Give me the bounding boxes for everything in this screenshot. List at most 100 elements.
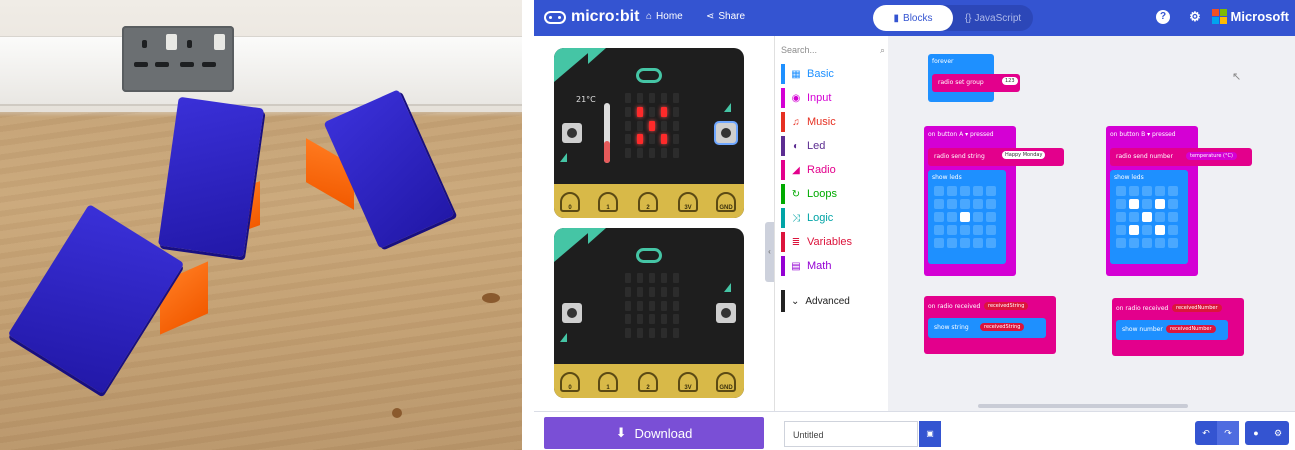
advanced-label: Advanced [805, 295, 850, 307]
pin-2[interactable]: 2 [638, 372, 658, 392]
variable-reporter[interactable]: receivedString [980, 323, 1025, 331]
refresh-icon: ↻ [791, 188, 801, 200]
forever-block[interactable]: forever radio set group 123 [928, 54, 1020, 102]
javascript-label: JavaScript [974, 12, 1022, 24]
string-value[interactable]: Happy Monday [1002, 151, 1046, 159]
search-input[interactable]: Search... [781, 45, 817, 55]
blocks-tab[interactable]: ▮ Blocks [873, 5, 953, 31]
led-editor[interactable] [1116, 186, 1178, 248]
download-label: Download [634, 425, 693, 441]
cursor-icon: ↖ [1232, 71, 1242, 83]
blocks-label: Blocks [903, 12, 933, 24]
brand-logo[interactable]: micro:bit [544, 8, 639, 26]
save-icon[interactable]: ▣ [919, 421, 941, 447]
show-string-block[interactable]: show string receivedString [928, 318, 1046, 338]
gear-icon[interactable]: ⚙ [1188, 10, 1202, 24]
category-music[interactable]: ♫ Music [781, 112, 836, 132]
block-title: forever [932, 58, 954, 65]
phone-stand-photo [0, 0, 522, 450]
pin-1[interactable]: 1 [598, 372, 618, 392]
microbit-simulator-2[interactable]: 0 1 2 3V GND [554, 228, 744, 398]
group-value[interactable]: 123 [1002, 77, 1018, 85]
block-label: radio set group [938, 79, 984, 86]
block-title: on radio received [928, 303, 981, 310]
category-logic[interactable]: ⤨ Logic [781, 208, 833, 228]
category-label: Music [807, 116, 836, 128]
temperature-reporter[interactable]: temperature (°C) [1186, 152, 1237, 160]
pin-0[interactable]: 0 [560, 372, 580, 392]
variable-reporter[interactable]: receivedNumber [1166, 325, 1216, 333]
triangle-icon [724, 283, 731, 292]
show-leds-block[interactable]: show leds [928, 170, 1006, 264]
category-led[interactable]: ◐ Led [781, 136, 825, 156]
led-editor[interactable] [934, 186, 996, 248]
category-input[interactable]: ◉ Input [781, 88, 831, 108]
list-icon: ≣ [791, 236, 801, 248]
on-button-b-block[interactable]: on button B ▾ pressed radio send number … [1106, 126, 1252, 276]
show-leds-block[interactable]: show leds [1110, 170, 1188, 264]
category-label: Loops [807, 188, 837, 200]
advanced-toggle[interactable]: ⌄ Advanced [781, 290, 850, 312]
microbit-simulator[interactable]: 21°C 0 1 2 3V GND [554, 48, 744, 218]
zoom-out-icon[interactable]: ● [1245, 421, 1267, 445]
share-button[interactable]: ⋖ Share [706, 11, 745, 22]
category-variables[interactable]: ≣ Variables [781, 232, 852, 252]
toolbox: Search... ⌕ ▦ Basic ◉ Input ♫ Music ◐ Le… [774, 36, 888, 411]
zoom-in-icon[interactable]: ⚙ [1267, 421, 1289, 445]
block-label: radio send string [934, 153, 985, 160]
category-math[interactable]: ▤ Math [781, 256, 831, 276]
javascript-tab[interactable]: {} JavaScript [953, 5, 1033, 31]
cable-trunking [0, 36, 522, 106]
radio-send-number-block[interactable]: radio send number temperature (°C) [1110, 148, 1252, 166]
triangle-icon [560, 333, 567, 342]
microsoft-logo[interactable]: Microsoft [1211, 9, 1289, 24]
edge-connector: 0 1 2 3V GND [554, 364, 744, 398]
show-number-block[interactable]: show number receivedNumber [1116, 320, 1228, 340]
block-title: on button B ▾ pressed [1110, 131, 1176, 138]
button-b[interactable] [716, 303, 736, 323]
pin-1[interactable]: 1 [598, 192, 618, 212]
undo-icon[interactable]: ↶ [1195, 421, 1217, 445]
collapse-simulator-button[interactable]: ‹ [765, 222, 774, 282]
category-label: Input [807, 92, 832, 104]
toggle-icon: ◐ [792, 140, 800, 152]
search-box[interactable]: Search... ⌕ [781, 42, 885, 58]
signal-icon: ◢ [792, 164, 800, 176]
download-button[interactable]: ⬇ Download [544, 417, 764, 449]
variable-reporter[interactable]: receivedString [984, 302, 1029, 310]
category-basic[interactable]: ▦ Basic [781, 64, 834, 84]
home-icon: ⌂ [646, 11, 653, 22]
pin-0[interactable]: 0 [560, 192, 580, 212]
zoom-group: ● ⚙ [1245, 421, 1289, 445]
bottom-bar: ⬇ Download Untitled ▣ ↶ ↷ ● ⚙ [534, 411, 1295, 450]
led-matrix [624, 93, 680, 159]
redo-icon[interactable]: ↷ [1217, 421, 1239, 445]
home-label: Home [656, 11, 683, 22]
board-corner [588, 48, 606, 64]
help-icon[interactable]: ? [1156, 10, 1170, 24]
edge-connector: 0 1 2 3V GND [554, 184, 744, 218]
radio-set-group-block[interactable]: radio set group 123 [932, 74, 1020, 92]
button-b[interactable] [716, 123, 736, 143]
home-button[interactable]: ⌂ Home [646, 11, 683, 22]
project-name-input[interactable]: Untitled [784, 421, 918, 447]
shuffle-icon: ⤨ [792, 212, 800, 224]
on-button-a-block[interactable]: on button A ▾ pressed radio send string … [924, 126, 1064, 276]
horizontal-scrollbar[interactable] [978, 404, 1188, 408]
button-a[interactable] [562, 303, 582, 323]
button-a[interactable] [562, 123, 582, 143]
on-radio-received-string-block[interactable]: on radio received receivedString show st… [924, 296, 1056, 354]
temperature-slider[interactable] [604, 103, 610, 163]
category-loops[interactable]: ↻ Loops [781, 184, 837, 204]
blocks-workspace[interactable]: ↖ forever radio set group 123 on button … [888, 36, 1295, 411]
pin-2[interactable]: 2 [638, 192, 658, 212]
download-icon: ⬇ [615, 425, 627, 440]
on-radio-received-number-block[interactable]: on radio received receivedNumber show nu… [1112, 298, 1244, 356]
logo-touch-icon [636, 248, 662, 263]
block-label: show leds [1114, 174, 1144, 181]
radio-send-string-block[interactable]: radio send string Happy Monday [928, 148, 1064, 166]
led-matrix [624, 273, 680, 339]
category-radio[interactable]: ◢ Radio [781, 160, 836, 180]
variable-reporter[interactable]: receivedNumber [1172, 304, 1222, 312]
puzzle-icon: ▮ [893, 12, 900, 24]
